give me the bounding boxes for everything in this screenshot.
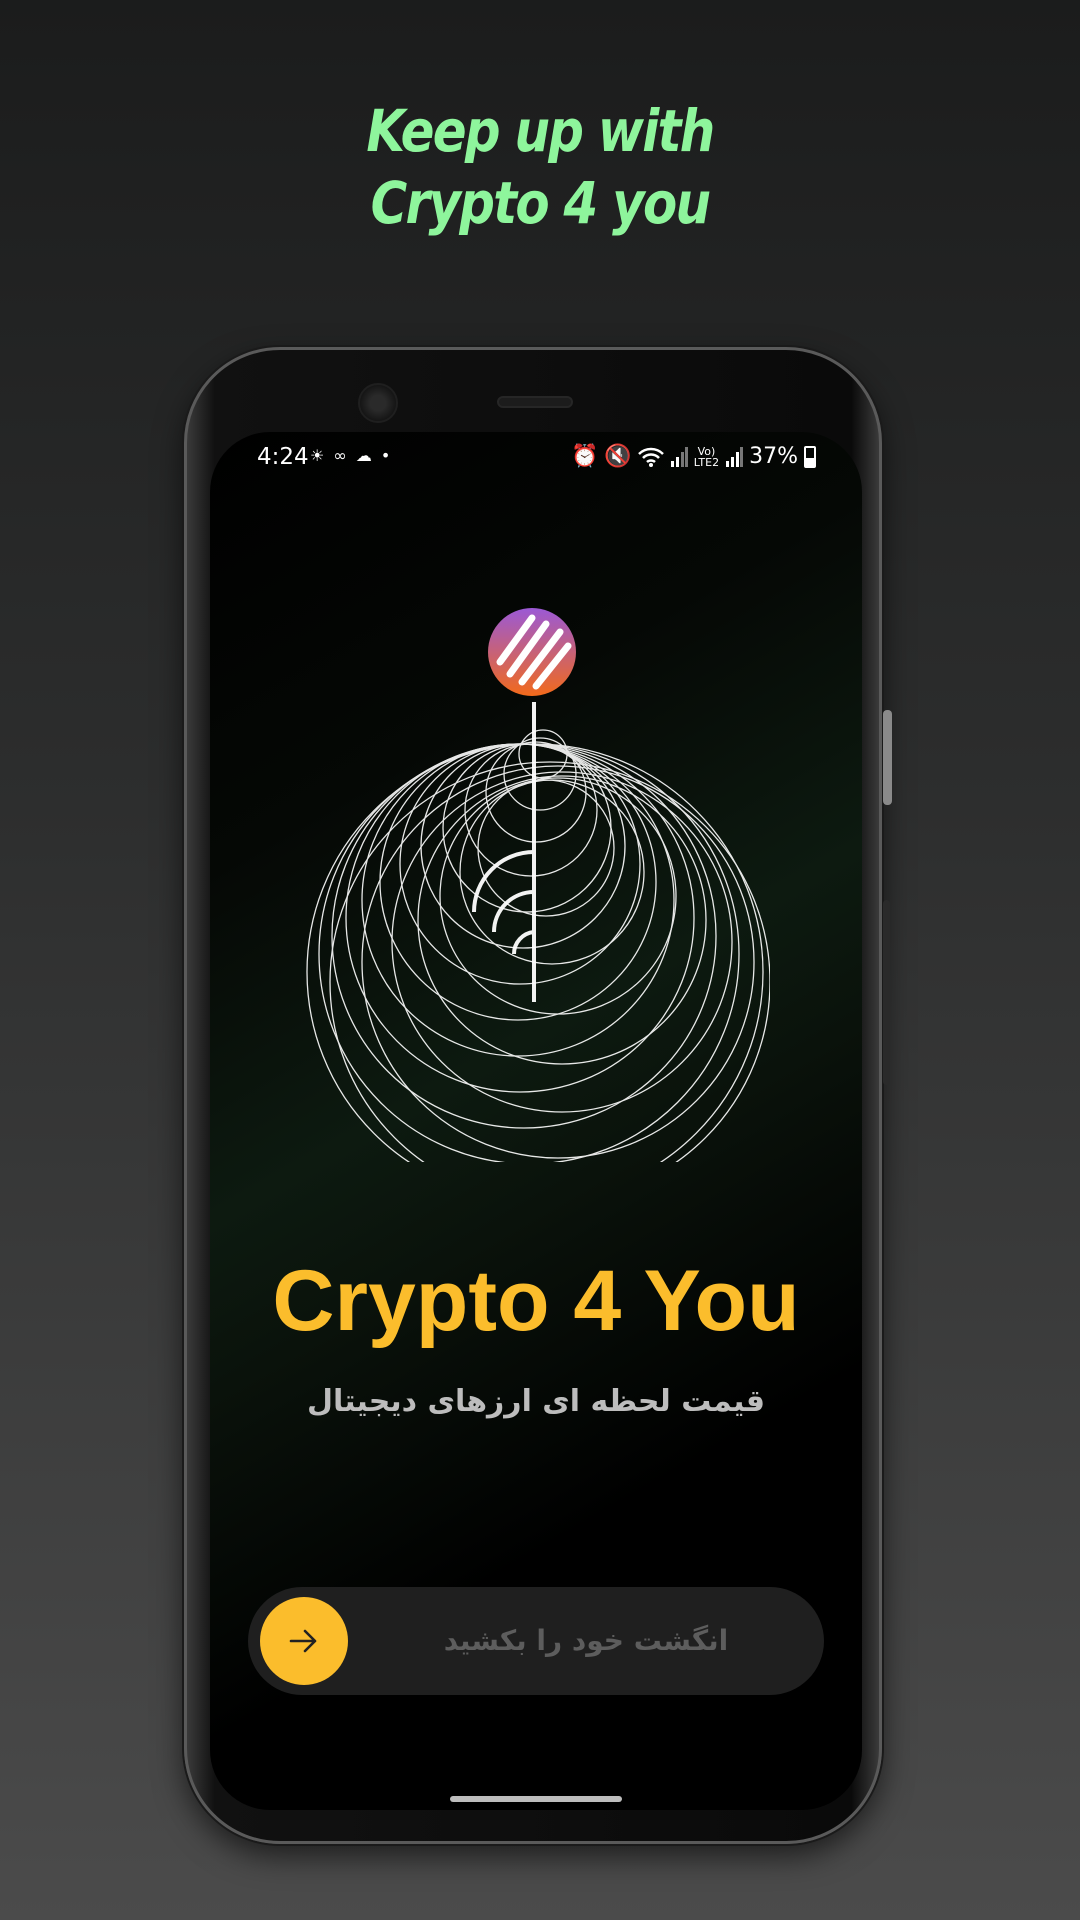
power-button	[883, 710, 892, 805]
promo-line-2: Crypto 4 you	[370, 169, 711, 237]
app-screen: 4:24 ☀ ∞ ☁ • ⏰ 🔇 Vo) LTE2 37% Crypto 4 Y…	[210, 432, 862, 1810]
network-type-label: Vo) LTE2	[694, 446, 719, 468]
promo-line-1: Keep up with	[366, 97, 715, 165]
lte-label: LTE2	[693, 455, 720, 469]
spiral-rings-illustration	[306, 608, 770, 1162]
volume-button	[883, 900, 890, 1085]
mute-icon: 🔇	[604, 444, 632, 469]
home-indicator[interactable]	[450, 1796, 622, 1802]
earpiece-speaker	[497, 396, 573, 408]
front-camera	[358, 383, 398, 423]
alarm-icon: ⏰	[570, 444, 599, 469]
promo-headline: Keep up with Crypto 4 you	[76, 95, 1005, 239]
battery-icon	[804, 445, 816, 468]
slider-label: انگشت خود را بکشید	[443, 1624, 729, 1657]
signal-icon-1	[670, 446, 688, 467]
notification-icons: ☀ ∞ ☁ •	[310, 446, 393, 465]
arrow-right-icon	[289, 1629, 317, 1653]
wifi-icon	[637, 447, 664, 467]
app-subtitle: قیمت لحظه ای ارزهای دیجیتال	[306, 1384, 766, 1419]
signal-icon-2	[726, 446, 744, 467]
slider-knob[interactable]	[260, 1597, 348, 1685]
volte-label: Vo)	[697, 444, 716, 458]
status-time: 4:24	[257, 444, 309, 470]
swipe-to-start-slider[interactable]: انگشت خود را بکشید	[248, 1587, 824, 1695]
status-bar: 4:24 ☀ ∞ ☁ • ⏰ 🔇 Vo) LTE2 37%	[210, 432, 862, 492]
battery-percent: 37%	[749, 444, 798, 469]
app-title: Crypto 4 You	[272, 1253, 800, 1349]
status-right: ⏰ 🔇 Vo) LTE2 37%	[571, 444, 816, 469]
